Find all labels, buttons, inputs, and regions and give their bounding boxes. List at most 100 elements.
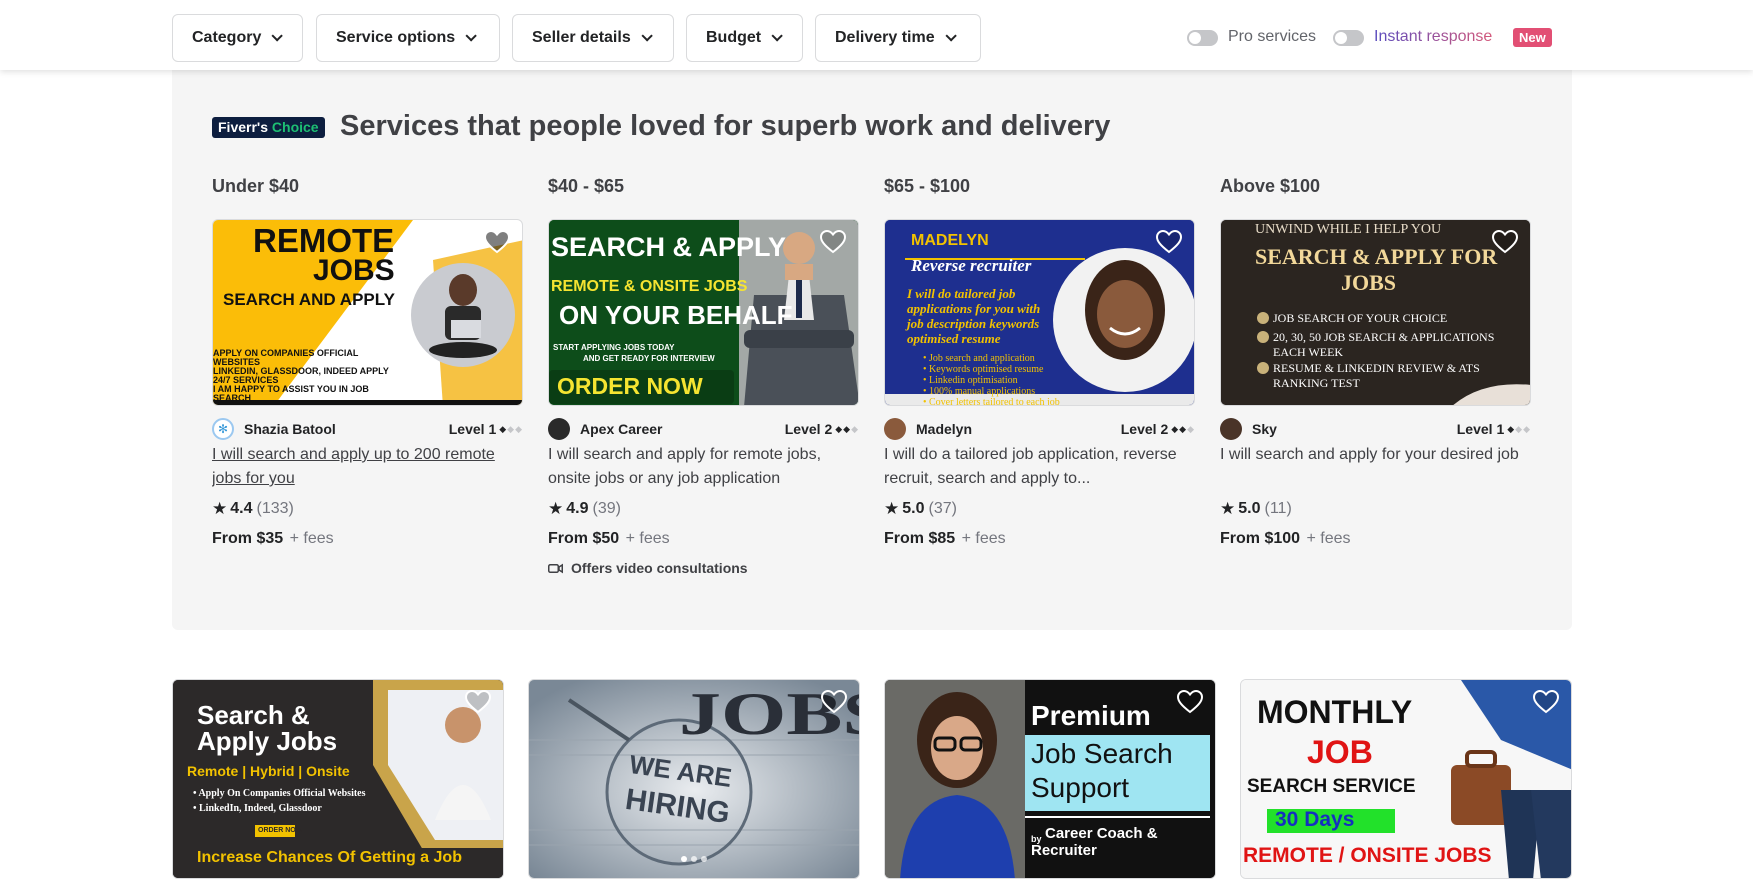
- chevron-down-icon: [771, 30, 783, 42]
- thumb-line: REMOTE & ONSITE JOBS: [551, 278, 748, 295]
- seller-name[interactable]: Sky: [1252, 421, 1277, 437]
- instant-response-toggle[interactable]: [1333, 30, 1364, 46]
- new-badge: New: [1513, 28, 1552, 47]
- thumb-line: SEARCH & APPLY: [551, 232, 787, 262]
- gig-title-link[interactable]: I will search and apply up to 200 remote…: [212, 443, 523, 491]
- avatar[interactable]: [548, 418, 570, 440]
- thumb-line: Job Search: [1031, 738, 1173, 769]
- gig-card[interactable]: $40 - $65 SEARCH & APPLY REMOTE & ONSITE…: [548, 176, 859, 576]
- price-value: From $35: [212, 530, 284, 547]
- chevron-down-icon: [945, 30, 957, 42]
- gig-thumbnail[interactable]: UNWIND WHILE I HELP YOU SEARCH & APPLY F…: [1220, 219, 1531, 406]
- chevron-down-icon: [465, 30, 477, 42]
- thumb-line: MONTHLY: [1257, 694, 1413, 730]
- thumb-line: JOBS: [1341, 270, 1397, 295]
- gig-title-link[interactable]: I will search and apply for remote jobs,…: [548, 443, 859, 491]
- thumb-line: • Apply On Companies Official Websites: [193, 788, 366, 799]
- gig-thumbnail[interactable]: SEARCH & APPLY REMOTE & ONSITE JOBS ON Y…: [548, 219, 859, 406]
- seller-level-label: Level 2: [784, 421, 833, 437]
- thumb-line: REMOTE / ONSITE JOBS: [1243, 844, 1492, 867]
- heart-icon[interactable]: [821, 690, 847, 714]
- seller-level-label: Level 1: [1456, 421, 1505, 437]
- delivery-time-filter-button[interactable]: Delivery time: [815, 14, 981, 62]
- thumb-line: START APPLYING JOBS TODAY: [553, 343, 675, 352]
- category-filter-label: Category: [192, 29, 262, 46]
- gig-thumbnail[interactable]: REMOTE JOBS SEARCH AND APPLY APPLY ON CO…: [212, 219, 523, 406]
- pro-services-label: Pro services: [1228, 28, 1317, 45]
- instant-response-label: Instant response: [1374, 28, 1493, 45]
- rating-value: 4.9: [566, 500, 589, 517]
- pro-services-toggle[interactable]: [1187, 30, 1218, 46]
- gig-thumbnail[interactable]: Search & Apply Jobs Remote | Hybrid | On…: [172, 679, 504, 879]
- gig-thumbnail[interactable]: MONTHLY JOB SEARCH SERVICE 30 Days REMOT…: [1240, 679, 1572, 879]
- carousel-dot[interactable]: [681, 856, 687, 862]
- seller-details-filter-button[interactable]: Seller details: [512, 14, 674, 62]
- rating-value: 5.0: [1238, 500, 1261, 517]
- heart-icon[interactable]: [484, 230, 510, 254]
- thumb-line: REMOTE: [253, 222, 395, 259]
- avatar[interactable]: [1220, 418, 1242, 440]
- heart-icon[interactable]: [820, 230, 846, 254]
- heart-icon[interactable]: [1492, 230, 1518, 254]
- video-consultation-note: Offers video consultations: [548, 560, 859, 576]
- star-icon: ★: [548, 499, 564, 518]
- price-value: From $100: [1220, 530, 1301, 547]
- heart-icon[interactable]: [465, 690, 491, 714]
- heart-icon[interactable]: [1156, 230, 1182, 254]
- thumb-line: ORDER NOW: [557, 373, 703, 399]
- seller-name[interactable]: Madelyn: [916, 421, 972, 437]
- gig-card[interactable]: Above $100 UNWIND WHILE I HELP YOU SEARC…: [1220, 176, 1531, 548]
- chevron-down-icon: [271, 30, 284, 42]
- star-icon: ★: [1220, 499, 1236, 518]
- thumb-line: JOB: [1307, 734, 1373, 770]
- seller-level: Level 1 ◆◆◆: [1457, 421, 1531, 437]
- carousel-dot[interactable]: [691, 856, 697, 862]
- seller-level: Level 1 ◆◆◆: [449, 421, 523, 437]
- gig-thumbnail[interactable]: JOBS WE ARE HIRING: [528, 679, 860, 879]
- service-options-filter-button[interactable]: Service options: [316, 14, 500, 62]
- carousel-dot[interactable]: [701, 856, 707, 862]
- thumb-line: UNWIND WHILE I HELP YOU: [1255, 222, 1442, 237]
- budget-filter-button[interactable]: Budget: [686, 14, 803, 62]
- thumb-line: Apply Jobs: [197, 726, 338, 756]
- thumb-line: RESUME & LINKEDIN REVIEW & ATS: [1273, 361, 1480, 375]
- seller-name[interactable]: Apex Career: [580, 421, 663, 437]
- filter-bar: Category Service options Seller details …: [0, 0, 1753, 70]
- price-range-heading: Under $40: [212, 176, 300, 196]
- price: From $100 + fees: [1220, 530, 1531, 548]
- price-fees: + fees: [625, 530, 670, 547]
- heart-icon[interactable]: [1177, 690, 1203, 714]
- thumb-line: MADELYN: [911, 232, 989, 249]
- level-diamonds-icon: ◆◆◆: [499, 423, 523, 434]
- thumb-line: JOB SEARCH OF YOUR CHOICE: [1273, 311, 1448, 325]
- category-filter-button[interactable]: Category: [172, 14, 303, 62]
- carousel-dots[interactable]: [681, 856, 707, 862]
- price: From $35 + fees: [212, 530, 523, 548]
- thumb-line: • Linkedin optimisation: [923, 375, 1018, 386]
- gig-thumbnail[interactable]: Premium Job Search Support by Career Coa…: [884, 679, 1216, 879]
- price-range-heading: $40 - $65: [548, 176, 625, 196]
- star-icon: ★: [884, 499, 900, 518]
- gig-card[interactable]: Under $40 REMOTE JOBS SEARCH AND APPLY A…: [212, 176, 523, 548]
- gig-card[interactable]: $65 - $100 MADELYN Reverse recruiter I w…: [884, 176, 1195, 548]
- review-count: (11): [1264, 500, 1292, 517]
- heart-icon[interactable]: [1533, 690, 1559, 714]
- rating-value: 5.0: [902, 500, 925, 517]
- avatar[interactable]: [884, 418, 906, 440]
- avatar[interactable]: ✻: [212, 418, 234, 440]
- video-consultation-label: Offers video consultations: [571, 560, 748, 576]
- chevron-down-icon: [641, 30, 653, 42]
- gig-thumbnail[interactable]: MADELYN Reverse recruiter I will do tail…: [884, 219, 1195, 406]
- gig-title-link[interactable]: I will do a tailored job application, re…: [884, 443, 1195, 491]
- thumb-line: SEARCH & APPLY FOR: [1255, 244, 1498, 269]
- seller-level-label: Level 1: [448, 421, 497, 437]
- thumb-line: ON YOUR BEHALF: [559, 300, 793, 330]
- gig-title-link[interactable]: I will search and apply for your desired…: [1220, 443, 1531, 491]
- thumb-line: SEARCH: [213, 393, 252, 403]
- seller-row: Apex Career Level 2 ◆◆◆: [548, 418, 859, 440]
- seller-details-filter-label: Seller details: [532, 29, 631, 46]
- delivery-time-filter-label: Delivery time: [835, 29, 935, 46]
- seller-name[interactable]: Shazia Batool: [244, 421, 336, 437]
- fiverrs-choice-section: Fiverr's Choice Services that people lov…: [172, 70, 1572, 630]
- level-diamonds-icon: ◆◆◆: [1507, 423, 1531, 434]
